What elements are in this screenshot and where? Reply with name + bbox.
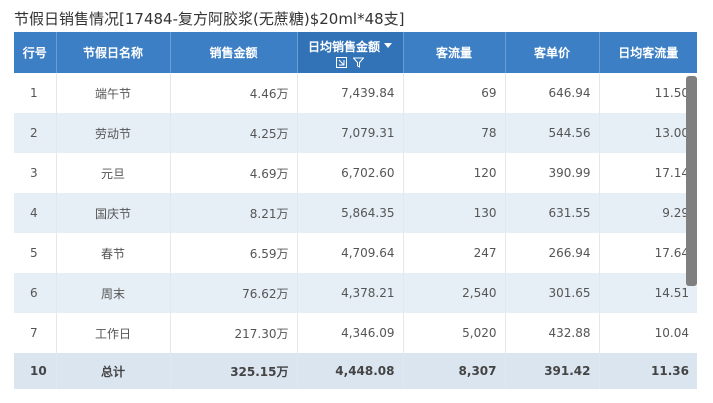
reset-sort-icon[interactable]: [336, 56, 347, 68]
cell-index: 1: [14, 73, 57, 113]
cell-daily-sales: 4,378.21: [297, 273, 404, 313]
table-total-row: 10 总计 325.15万 4,448.08 8,307 391.42 11.3…: [14, 353, 697, 389]
table-header-row: 行号 节假日名称 销售金额 日均销售金额 客流量 客单价 日均客流量: [14, 32, 697, 73]
cell-holiday: 工作日: [56, 313, 171, 353]
table-row: 4 国庆节 8.21万 5,864.35 130 631.55 9.29: [14, 193, 697, 233]
table-row: 5 春节 6.59万 4,709.64 247 266.94 17.64: [14, 233, 697, 273]
cell-daily-traffic: 14.51: [599, 273, 697, 313]
cell-index: 10: [14, 353, 57, 389]
cell-sales: 4.46万: [170, 73, 298, 113]
cell-daily-traffic: 11.36: [599, 353, 697, 389]
cell-sales: 217.30万: [170, 313, 298, 353]
column-header-avg-ticket[interactable]: 客单价: [505, 32, 600, 73]
cell-avg-ticket: 391.42: [505, 353, 600, 389]
cell-avg-ticket: 432.88: [505, 313, 600, 353]
cell-sales: 4.69万: [170, 153, 298, 193]
cell-holiday: 劳动节: [56, 113, 171, 153]
cell-traffic: 120: [403, 153, 506, 193]
cell-index: 6: [14, 273, 57, 313]
cell-traffic: 2,540: [403, 273, 506, 313]
caret-down-icon[interactable]: [384, 43, 392, 49]
column-header-label: 日均销售金额: [307, 39, 380, 54]
cell-daily-sales: 4,448.08: [297, 353, 404, 389]
cell-daily-traffic: 10.04: [599, 313, 697, 353]
cell-daily-sales: 7,439.84: [297, 73, 404, 113]
cell-holiday: 周末: [56, 273, 171, 313]
cell-daily-traffic: 17.14: [599, 153, 697, 193]
cell-avg-ticket: 266.94: [505, 233, 600, 273]
column-header-label: 销售金额: [209, 46, 258, 60]
column-header-daily-traffic[interactable]: 日均客流量: [599, 32, 697, 73]
cell-index: 2: [14, 113, 57, 153]
cell-holiday: 总计: [56, 353, 171, 389]
cell-traffic: 8,307: [403, 353, 506, 389]
cell-sales: 76.62万: [170, 273, 298, 313]
filter-icon[interactable]: [353, 57, 364, 68]
cell-avg-ticket: 544.56: [505, 113, 600, 153]
cell-traffic: 69: [403, 73, 506, 113]
column-header-label: 客流量: [435, 46, 472, 60]
cell-daily-sales: 4,709.64: [297, 233, 404, 273]
cell-sales: 4.25万: [170, 113, 298, 153]
cell-sales: 325.15万: [170, 353, 298, 389]
column-header-holiday[interactable]: 节假日名称: [56, 32, 171, 73]
cell-sales: 6.59万: [170, 233, 298, 273]
cell-index: 4: [14, 193, 57, 233]
vertical-scrollbar-thumb[interactable]: [686, 76, 697, 286]
cell-holiday: 国庆节: [56, 193, 171, 233]
table-row: 2 劳动节 4.25万 7,079.31 78 544.56 13.00: [14, 113, 697, 153]
cell-index: 3: [14, 153, 57, 193]
cell-index: 7: [14, 313, 57, 353]
holiday-sales-table: 行号 节假日名称 销售金额 日均销售金额 客流量 客单价 日均客流量 1 端午节…: [14, 32, 697, 389]
cell-holiday: 元旦: [56, 153, 171, 193]
cell-avg-ticket: 631.55: [505, 193, 600, 233]
column-header-traffic[interactable]: 客流量: [403, 32, 506, 73]
cell-daily-traffic: 17.64: [599, 233, 697, 273]
column-header-label: 行号: [22, 46, 47, 60]
cell-daily-sales: 4,346.09: [297, 313, 404, 353]
cell-daily-sales: 7,079.31: [297, 113, 404, 153]
table-row: 1 端午节 4.46万 7,439.84 69 646.94 11.50: [14, 73, 697, 113]
cell-holiday: 春节: [56, 233, 171, 273]
cell-daily-traffic: 9.29: [599, 193, 697, 233]
cell-traffic: 130: [403, 193, 506, 233]
cell-avg-ticket: 390.99: [505, 153, 600, 193]
page-title: 节假日销售情况[17484-复方阿胶浆(无蔗糖)$20ml*48支]: [14, 10, 405, 28]
cell-daily-traffic: 13.00: [599, 113, 697, 153]
cell-traffic: 5,020: [403, 313, 506, 353]
cell-avg-ticket: 646.94: [505, 73, 600, 113]
column-header-sales[interactable]: 销售金额: [170, 32, 298, 73]
column-header-index[interactable]: 行号: [14, 32, 57, 73]
cell-holiday: 端午节: [56, 73, 171, 113]
table-row: 6 周末 76.62万 4,378.21 2,540 301.65 14.51: [14, 273, 697, 313]
cell-daily-traffic: 11.50: [599, 73, 697, 113]
column-header-label: 日均客流量: [618, 46, 679, 60]
column-header-daily-sales[interactable]: 日均销售金额: [297, 32, 404, 73]
column-header-label: 客单价: [533, 46, 570, 60]
cell-traffic: 78: [403, 113, 506, 153]
cell-traffic: 247: [403, 233, 506, 273]
table-row: 3 元旦 4.69万 6,702.60 120 390.99 17.14: [14, 153, 697, 193]
cell-sales: 8.21万: [170, 193, 298, 233]
cell-daily-sales: 6,702.60: [297, 153, 404, 193]
cell-index: 5: [14, 233, 57, 273]
cell-avg-ticket: 301.65: [505, 273, 600, 313]
cell-daily-sales: 5,864.35: [297, 193, 404, 233]
table-row: 7 工作日 217.30万 4,346.09 5,020 432.88 10.0…: [14, 313, 697, 353]
column-header-label: 节假日名称: [82, 46, 143, 60]
